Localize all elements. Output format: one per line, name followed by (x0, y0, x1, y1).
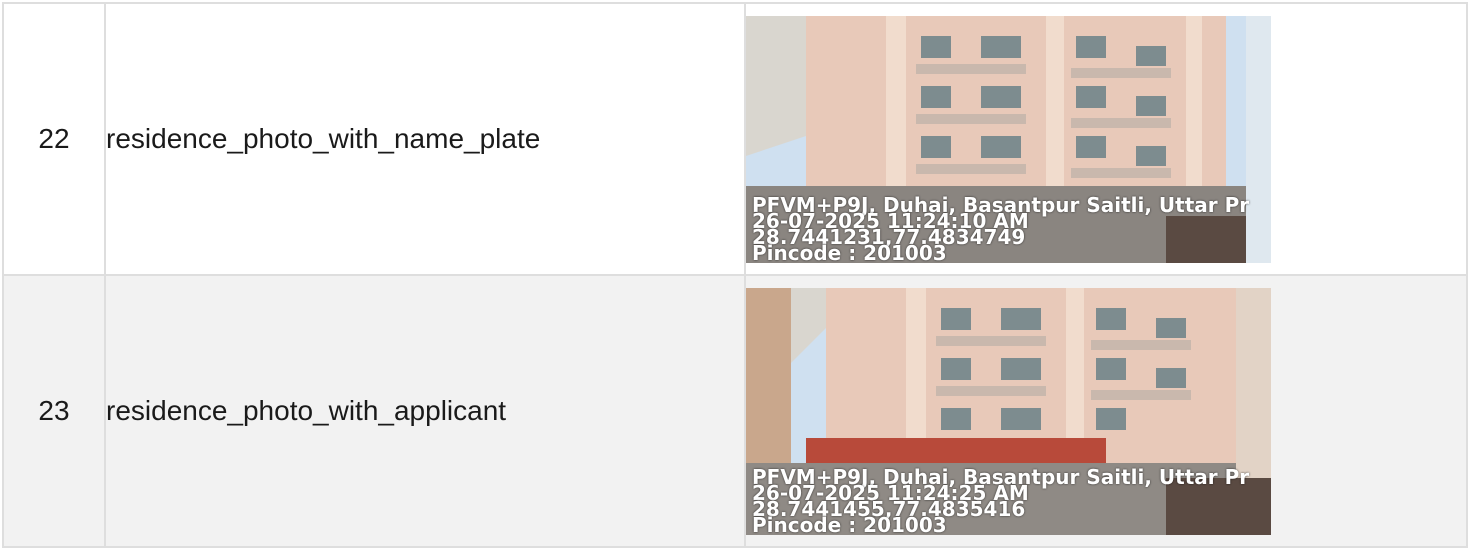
field-name: residence_photo_with_name_plate (104, 2, 746, 276)
table-row: 22 residence_photo_with_name_plate PFVM+… (2, 2, 1468, 276)
photo-cell: PFVM+P9J, Duhai, Basantpur Saitli, Uttar… (744, 2, 1468, 276)
field-name: residence_photo_with_applicant (104, 274, 746, 548)
photo-cell: PFVM+P9J, Duhai, Basantpur Saitli, Uttar… (744, 274, 1468, 548)
row-number: 23 (2, 274, 106, 548)
photo-table: 22 residence_photo_with_name_plate PFVM+… (2, 2, 1468, 548)
table-row: 23 residence_photo_with_applicant PFVM+P… (2, 274, 1468, 548)
residence-photo: PFVM+P9J, Duhai, Basantpur Saitli, Uttar… (746, 287, 1271, 535)
photo-stamp: PFVM+P9J, Duhai, Basantpur Saitli, Uttar… (752, 195, 1249, 263)
row-number: 22 (2, 2, 106, 276)
photo-stamp: PFVM+P9J, Duhai, Basantpur Saitli, Uttar… (752, 467, 1249, 535)
residence-photo: PFVM+P9J, Duhai, Basantpur Saitli, Uttar… (746, 15, 1271, 263)
